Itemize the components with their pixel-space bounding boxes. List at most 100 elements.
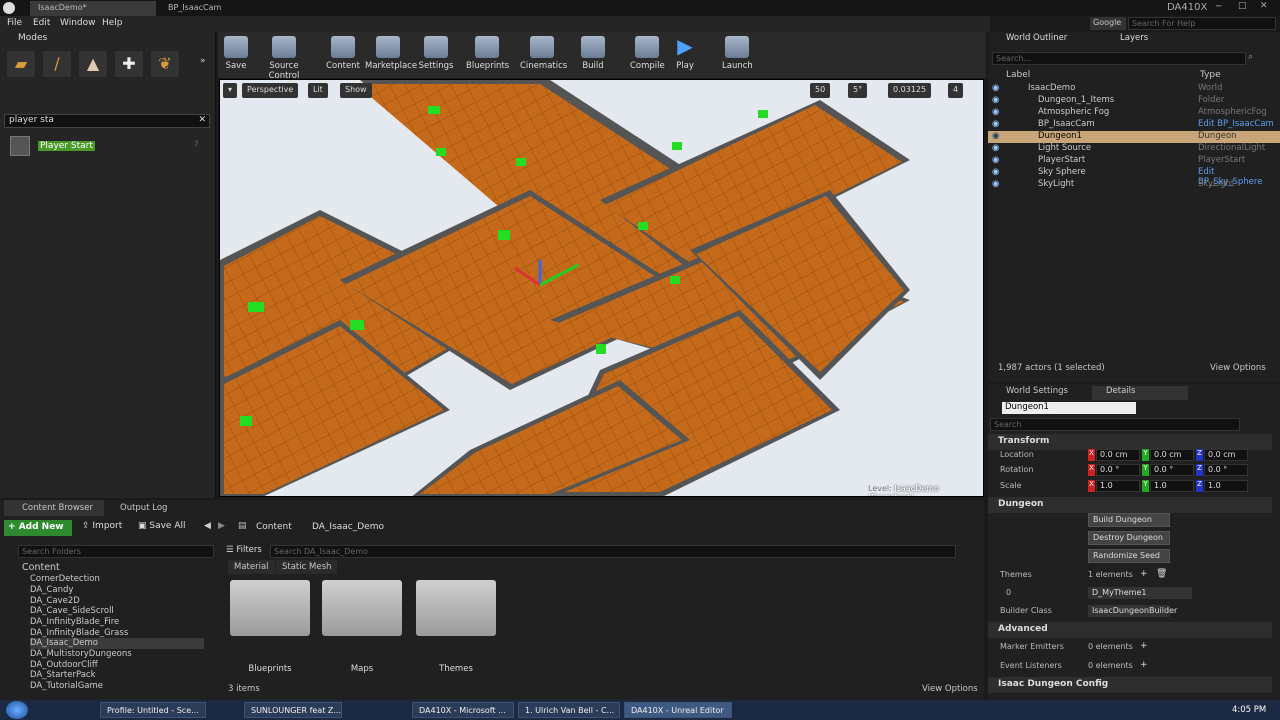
- object-name-field[interactable]: Dungeon1: [1002, 402, 1136, 414]
- folder-blueprints[interactable]: [230, 580, 310, 636]
- tab-world-settings[interactable]: World Settings: [992, 386, 1084, 396]
- scale-snap-value[interactable]: 0.03125: [888, 83, 932, 98]
- visibility-eye-icon[interactable]: ◉: [992, 95, 999, 105]
- tab-output-log[interactable]: Output Log: [106, 500, 202, 516]
- marketplace-button[interactable]: Marketplace: [365, 34, 417, 76]
- scale-y-field[interactable]: 1.0: [1150, 480, 1194, 492]
- modes-expand-icon[interactable]: »: [200, 56, 206, 66]
- tab-details[interactable]: Details: [1092, 386, 1188, 400]
- visibility-eye-icon[interactable]: ◉: [992, 167, 999, 177]
- modes-search-input[interactable]: player sta ✕: [4, 114, 210, 128]
- lit-button[interactable]: Lit: [308, 83, 328, 98]
- compile-button[interactable]: Compile: [630, 34, 665, 76]
- filter-chip-material[interactable]: Material: [228, 560, 275, 574]
- perspective-button[interactable]: Perspective: [242, 83, 299, 98]
- outliner-row[interactable]: ◉ SkyLight SkyLight: [988, 179, 1280, 191]
- cinematics-button[interactable]: Cinematics: [520, 34, 567, 76]
- visibility-eye-icon[interactable]: ◉: [992, 83, 999, 93]
- camera-speed-value[interactable]: 4: [948, 83, 964, 98]
- add-new-button[interactable]: + Add New: [4, 520, 72, 536]
- menu-help[interactable]: Help: [102, 18, 123, 28]
- paint-mode-icon[interactable]: /: [42, 50, 72, 78]
- save-button[interactable]: Save: [222, 34, 250, 76]
- clear-search-icon[interactable]: ✕: [198, 115, 206, 125]
- section-dungeon[interactable]: Dungeon: [988, 497, 1272, 513]
- foliage-mode-icon[interactable]: ❦: [150, 50, 180, 78]
- save-all-button[interactable]: ▣ Save All: [138, 521, 186, 531]
- minimize-icon[interactable]: ─: [1216, 2, 1221, 12]
- location-z-field[interactable]: 0.0 cm: [1204, 449, 1248, 461]
- content-view-options[interactable]: View Options: [922, 684, 978, 694]
- rotation-y-field[interactable]: 0.0 °: [1150, 464, 1194, 476]
- section-advanced[interactable]: Advanced: [988, 622, 1272, 638]
- start-button[interactable]: [6, 701, 28, 719]
- rotation-x-field[interactable]: 0.0 °: [1096, 464, 1140, 476]
- visibility-eye-icon[interactable]: ◉: [992, 155, 999, 165]
- blueprints-button[interactable]: Blueprints: [466, 34, 509, 76]
- filters-button[interactable]: ☰ Filters: [226, 545, 262, 555]
- outliner-row[interactable]: ◉ Atmospheric Fog AtmosphericFog: [988, 107, 1280, 119]
- column-type[interactable]: Type: [1200, 70, 1221, 80]
- visibility-eye-icon[interactable]: ◉: [992, 119, 999, 129]
- import-button[interactable]: ⇪ Import: [82, 521, 122, 531]
- menu-edit[interactable]: Edit: [33, 18, 50, 28]
- place-mode-icon[interactable]: ▰: [6, 50, 36, 78]
- location-x-field[interactable]: 0.0 cm: [1096, 449, 1140, 461]
- close-icon[interactable]: ✕: [1260, 1, 1268, 11]
- location-y-field[interactable]: 0.0 cm: [1150, 449, 1194, 461]
- folder-tree-item[interactable]: DA_StarterPack: [30, 670, 236, 681]
- add-marker-icon[interactable]: +: [1140, 641, 1148, 651]
- tab-layers[interactable]: Layers: [1106, 33, 1148, 43]
- visibility-eye-icon[interactable]: ◉: [992, 107, 999, 117]
- landscape-mode-icon[interactable]: ▲: [78, 50, 108, 78]
- taskbar-item[interactable]: SUNLOUNGER feat Z...: [244, 702, 342, 718]
- help-search-scope[interactable]: Google: [1090, 17, 1126, 30]
- taskbar-item[interactable]: Profile: Untitled - Sce...: [100, 702, 206, 718]
- column-label[interactable]: Label: [1006, 70, 1030, 80]
- folder-tree-item[interactable]: CornerDetection: [30, 574, 236, 585]
- folder-maps[interactable]: [322, 580, 402, 636]
- help-search-input[interactable]: Search For Help: [1128, 17, 1276, 30]
- visibility-eye-icon[interactable]: ◉: [992, 143, 999, 153]
- folder-tree-item[interactable]: DA_InfinityBlade_Fire: [30, 617, 236, 628]
- maximize-icon[interactable]: □: [1238, 1, 1247, 11]
- taskbar-item[interactable]: DA410X - Microsoft ...: [412, 702, 514, 718]
- launch-button[interactable]: Launch: [722, 34, 753, 76]
- delete-themes-icon[interactable]: 🗑: [1156, 569, 1167, 579]
- section-transform[interactable]: Transform: [988, 434, 1272, 450]
- randomize-seed-button[interactable]: Randomize Seed: [1088, 549, 1170, 563]
- outliner-row-selected[interactable]: ◉ Dungeon1 Dungeon: [988, 131, 1280, 143]
- tab-content-browser[interactable]: Content Browser: [4, 500, 104, 516]
- search-folders-input[interactable]: Search Folders: [18, 545, 214, 558]
- visibility-eye-icon[interactable]: ◉: [992, 131, 999, 141]
- add-theme-icon[interactable]: +: [1140, 569, 1148, 579]
- player-start-item[interactable]: Player Start ?: [10, 136, 210, 156]
- back-arrow-icon[interactable]: ◀: [204, 521, 211, 531]
- outliner-view-options[interactable]: View Options: [1210, 363, 1266, 373]
- folder-tree-item[interactable]: DA_TutorialGame: [30, 681, 236, 692]
- forward-arrow-icon[interactable]: ▶: [218, 521, 225, 531]
- taskbar-item[interactable]: 1. Ulrich Van Bell - C...: [518, 702, 620, 718]
- build-dungeon-button[interactable]: Build Dungeon: [1088, 513, 1170, 527]
- folder-tree-item-selected[interactable]: DA_Isaac_Demo: [30, 638, 204, 649]
- add-listener-icon[interactable]: +: [1140, 660, 1148, 670]
- tab-isaacdemo[interactable]: IsaacDemo*: [30, 1, 156, 16]
- level-viewport[interactable]: ▾ Perspective Lit Show 50 5° 0.03125 4 L…: [219, 79, 984, 497]
- scale-z-field[interactable]: 1.0: [1204, 480, 1248, 492]
- builder-class-dropdown[interactable]: IsaacDungeonBuilder: [1088, 605, 1177, 617]
- rotation-snap-value[interactable]: 5°: [848, 83, 868, 98]
- menu-window[interactable]: Window: [60, 18, 96, 28]
- geometry-mode-icon[interactable]: ✚: [114, 50, 144, 78]
- scale-x-field[interactable]: 1.0: [1096, 480, 1140, 492]
- row-type[interactable]: Edit BP_IsaacCam: [1198, 119, 1274, 129]
- section-isaac-config[interactable]: Isaac Dungeon Config: [988, 677, 1272, 693]
- menu-file[interactable]: File: [7, 18, 22, 28]
- folder-tree-item[interactable]: Content: [22, 562, 228, 573]
- viewport-menu-button[interactable]: ▾: [223, 83, 237, 98]
- tab-bp-isaaccam[interactable]: BP_IsaacCam: [160, 1, 286, 16]
- outliner-row[interactable]: ◉ Light Source DirectionalLight: [988, 143, 1280, 155]
- content-button[interactable]: Content: [326, 34, 360, 76]
- folder-themes[interactable]: [416, 580, 496, 636]
- search-assets-input[interactable]: Search DA_Isaac_Demo: [270, 545, 956, 558]
- folder-tree-item[interactable]: DA_Cave_SideScroll: [30, 606, 236, 617]
